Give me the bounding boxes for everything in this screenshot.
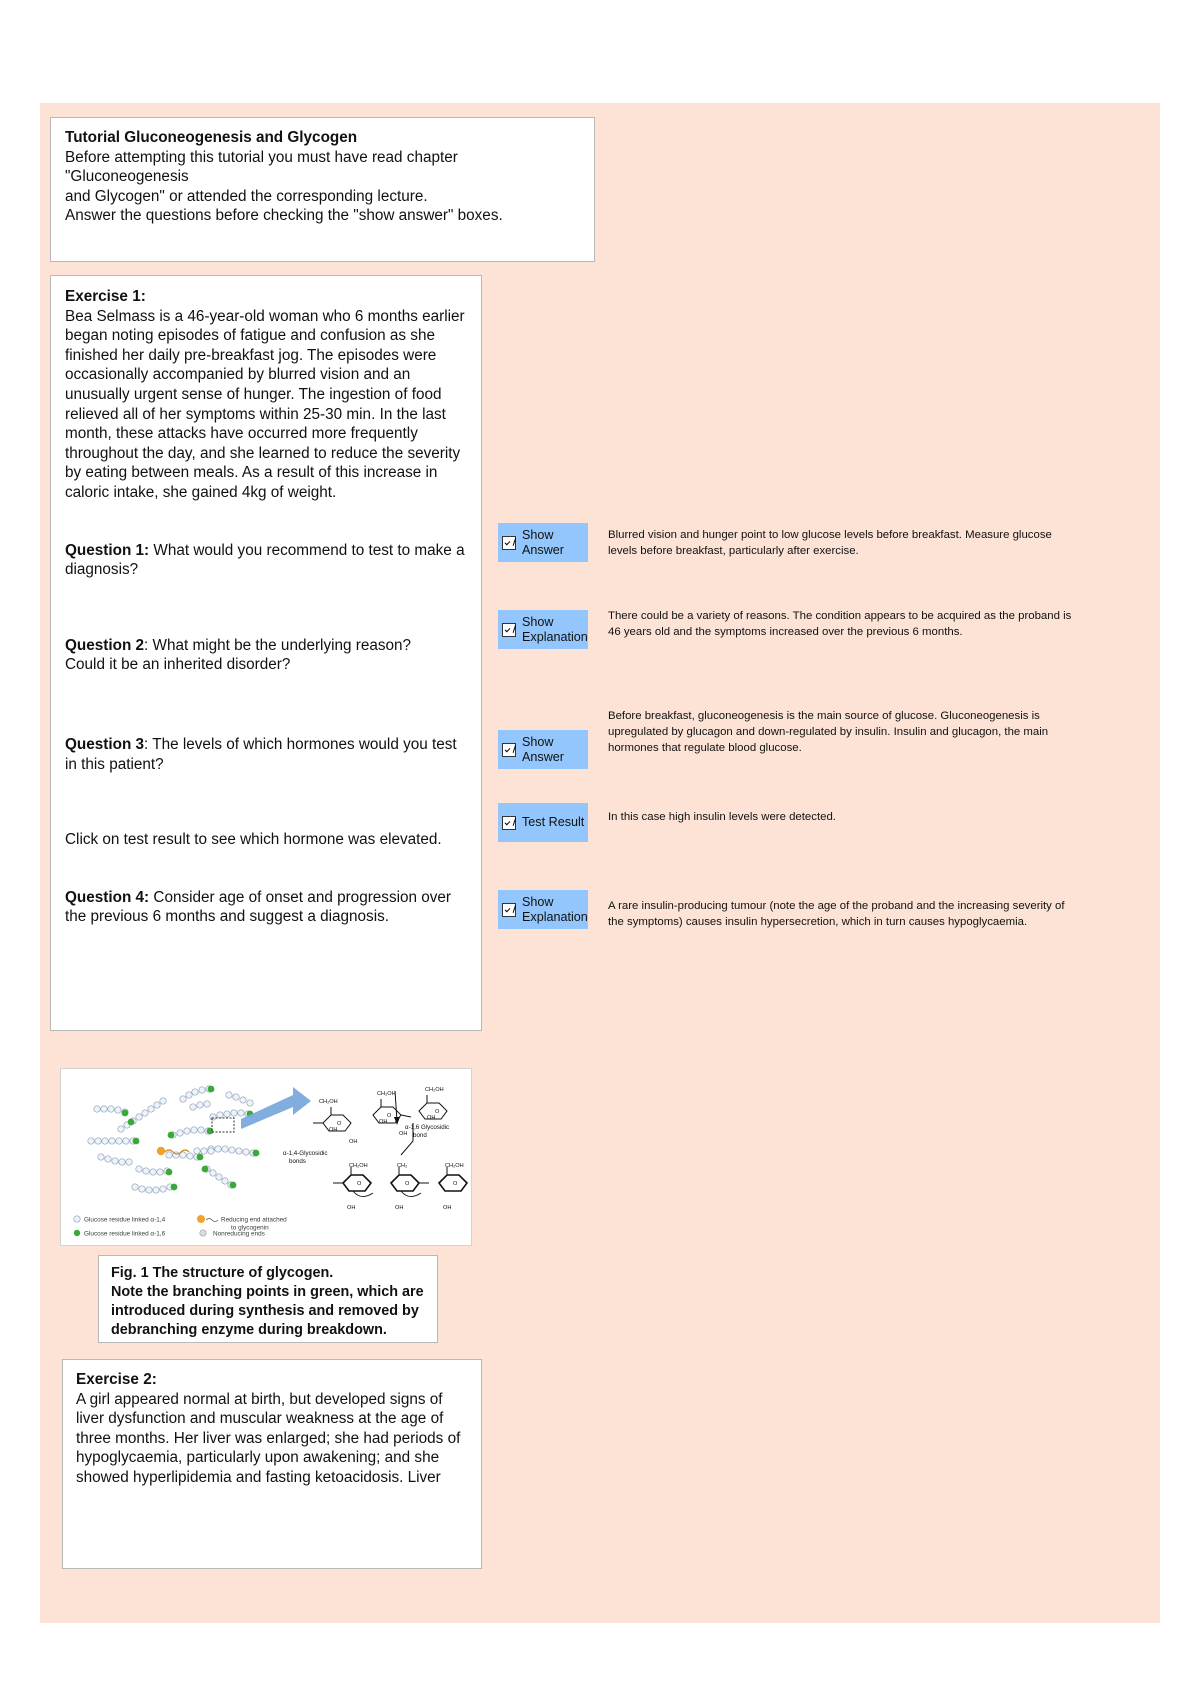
label-bond: bond xyxy=(413,1132,427,1139)
show-explanation-button-5[interactable]: Show Explanation xyxy=(498,890,588,929)
label-ch2oh: CH₂OH xyxy=(349,1163,368,1169)
exercise-1-heading: Exercise 1: xyxy=(65,288,146,305)
label-alpha-16-glycosidic: α-1,6 Glycosidic xyxy=(405,1124,449,1131)
legend-item-0: Glucose residue linked α-1,4 xyxy=(84,1217,166,1224)
label-o: O xyxy=(435,1109,440,1115)
test-result-button-4[interactable]: Test Result xyxy=(498,803,588,842)
show-explanation-button-5-label: Show Explanation xyxy=(522,895,588,924)
checkbox-icon[interactable] xyxy=(502,902,516,917)
checkbox-icon[interactable] xyxy=(502,815,516,830)
glycogen-diagram-svg: CH₂OH CH₂OH CH₂OH CH₂OH CH₂ CH₂OH O O O … xyxy=(73,1085,469,1238)
tutorial-title: Tutorial Gluconeogenesis and Glycogen xyxy=(65,129,358,146)
label-ch2oh: CH₂OH xyxy=(445,1163,464,1169)
answer-text-4: In this case high insulin levels were de… xyxy=(608,811,836,823)
show-answer-button-1-label: Show Answer xyxy=(522,528,564,557)
show-explanation-button-2-label: Show Explanation xyxy=(522,615,588,644)
glycogen-structure-figure: CH₂OH CH₂OH CH₂OH CH₂OH CH₂ CH₂OH O O O … xyxy=(60,1068,472,1246)
legend-item-1: Glucose residue linked α-1,6 xyxy=(84,1231,166,1238)
figure-caption-line-4: debranching enzyme during breakdown. xyxy=(111,1322,387,1338)
legend-item-2: Reducing end attached xyxy=(221,1217,287,1224)
checkbox-icon[interactable] xyxy=(502,742,516,757)
label-oh: OH xyxy=(427,1115,435,1121)
show-answer-button-3[interactable]: Show Answer xyxy=(498,730,588,769)
label-oh: OH xyxy=(399,1131,407,1137)
answer-text-2: There could be a variety of reasons. The… xyxy=(608,610,1072,638)
label-bonds: bonds xyxy=(289,1158,306,1165)
exercise-2-body: A girl appeared normal at birth, but dev… xyxy=(76,1390,461,1486)
question-2-line-2: Could it be an inherited disorder? xyxy=(65,656,291,674)
tutorial-intro-line-2: and Glycogen" or attended the correspond… xyxy=(65,187,428,205)
callout-box xyxy=(211,1117,235,1133)
zoom-arrow xyxy=(241,1087,311,1129)
show-explanation-button-2[interactable]: Show Explanation xyxy=(498,610,588,649)
show-answer-button-3-label: Show Answer xyxy=(522,735,564,764)
tutorial-intro-box: Tutorial Gluconeogenesis and Glycogen Be… xyxy=(50,117,595,262)
tutorial-intro-line-1: Before attempting this tutorial you must… xyxy=(65,148,458,186)
test-result-note: Click on test result to see which hormon… xyxy=(65,831,442,849)
label-oh: OH xyxy=(379,1119,387,1125)
question-4-label: Question 4: xyxy=(65,888,150,906)
question-3-label: Question 3 xyxy=(65,735,145,753)
label-ch2: CH₂ xyxy=(397,1163,407,1169)
label-oh: OH xyxy=(347,1205,355,1211)
answer-text-1: Blurred vision and hunger point to low g… xyxy=(608,529,1052,557)
checkbox-icon[interactable] xyxy=(502,622,516,637)
label-oh: OH xyxy=(349,1139,357,1145)
label-ch2oh: CH₂OH xyxy=(319,1099,338,1105)
tutorial-intro-line-3: Answer the questions before checking the… xyxy=(65,207,503,225)
legend-item-4: Nonreducing ends xyxy=(213,1231,265,1238)
label-oh: OH xyxy=(329,1127,337,1133)
checkbox-icon[interactable] xyxy=(502,535,516,550)
label-alpha-14-glycosidic: α-1,4-Glycosidic xyxy=(283,1150,328,1157)
label-ch2oh: CH₂OH xyxy=(425,1087,444,1093)
question-3: Question 3: The levels of which hormones… xyxy=(65,735,471,774)
label-ch2oh: CH₂OH xyxy=(377,1091,396,1097)
answer-text-3: Before breakfast, gluconeogenesis is the… xyxy=(608,710,1049,754)
question-1-label: Question 1: xyxy=(65,541,150,559)
show-answer-button-1[interactable]: Show Answer xyxy=(498,523,588,562)
figure-caption-line-3: introduced during synthesis and removed … xyxy=(111,1303,419,1319)
label-oh: OH xyxy=(443,1205,451,1211)
question-2: Question 2: What might be the underlying… xyxy=(65,636,471,656)
question-2-text: : What might be the underlying reason? xyxy=(144,636,412,654)
label-o: O xyxy=(387,1113,392,1119)
figure-caption-line-2: Note the branching points in green, whic… xyxy=(111,1284,424,1300)
exercise-2-heading: Exercise 2: xyxy=(76,1371,157,1388)
question-2-label: Question 2 xyxy=(65,636,145,654)
reducing-end-dot xyxy=(156,1146,166,1156)
figure-caption-box: Fig. 1 The structure of glycogen. Note t… xyxy=(98,1255,438,1343)
exercise-1-body: Bea Selmass is a 46-year-old woman who 6… xyxy=(65,307,465,501)
label-o: O xyxy=(453,1181,458,1187)
question-1: Question 1: What would you recommend to … xyxy=(65,541,471,580)
label-o: O xyxy=(405,1181,410,1187)
label-o: O xyxy=(337,1121,342,1127)
slide-canvas: Tutorial Gluconeogenesis and Glycogen Be… xyxy=(40,103,1160,1623)
question-4: Question 4: Consider age of onset and pr… xyxy=(65,888,471,927)
test-result-button-4-label: Test Result xyxy=(522,815,585,830)
label-o: O xyxy=(357,1181,362,1187)
exercise-1-box: Exercise 1: Bea Selmass is a 46-year-old… xyxy=(50,275,482,1031)
figure-caption-line-1: Fig. 1 The structure of glycogen. xyxy=(111,1265,334,1281)
exercise-2-box: Exercise 2: A girl appeared normal at bi… xyxy=(62,1359,482,1569)
label-oh: OH xyxy=(395,1205,403,1211)
answer-text-5: A rare insulin-producing tumour (note th… xyxy=(608,900,1065,928)
